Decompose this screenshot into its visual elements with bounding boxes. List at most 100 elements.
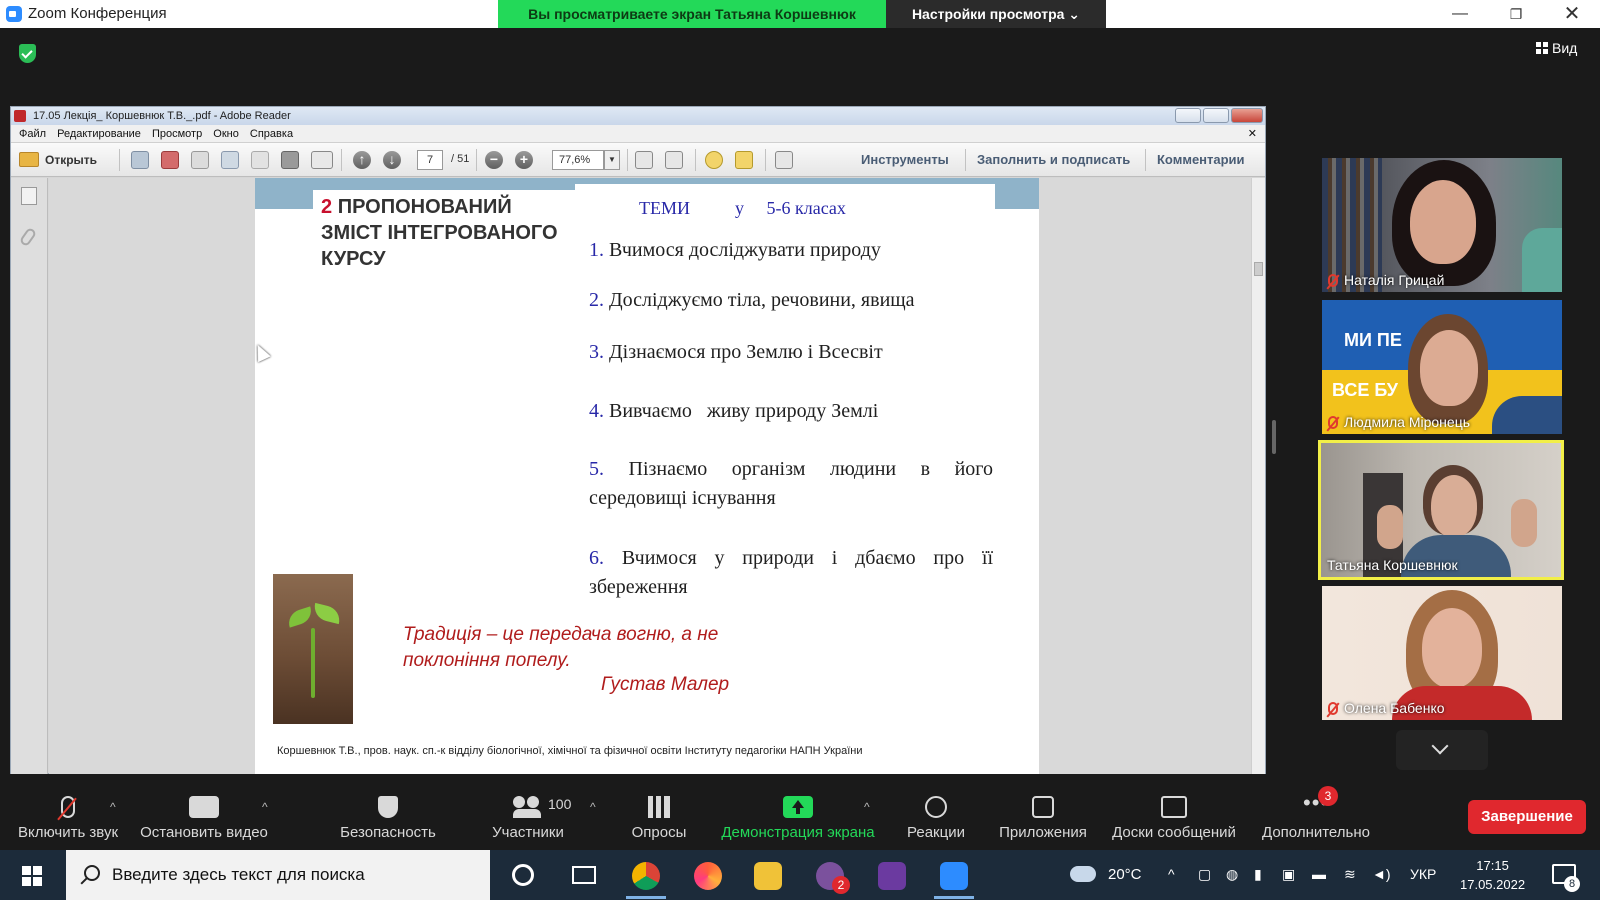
document-close-icon[interactable]: ✕ (1248, 125, 1257, 143)
document-scrollbar[interactable] (1251, 178, 1265, 774)
zoom-in-icon[interactable]: + (515, 151, 533, 169)
topic-number: 3. (589, 341, 604, 363)
print-icon[interactable] (281, 151, 299, 169)
task-view-icon[interactable] (572, 866, 596, 884)
previous-page-icon[interactable]: ↑ (353, 151, 371, 169)
menu-edit[interactable]: Редактирование (57, 125, 141, 143)
comment-icon[interactable] (705, 151, 723, 169)
stop-video-button[interactable]: Остановить видео (136, 782, 272, 850)
participant-tile[interactable]: МИ ПЕ ЕМО! ВСЕ БУ АЇНА! Людмила Міронець (1322, 300, 1562, 434)
audio-options-caret[interactable]: ^ (110, 800, 116, 814)
zoom-dropdown-icon[interactable]: ▼ (604, 150, 620, 170)
view-settings-button[interactable]: Настройки просмотра ⌄ (886, 0, 1106, 28)
weather-icon[interactable] (1070, 866, 1096, 882)
taskbar-search-box[interactable]: Введите здесь текст для поиска (66, 850, 490, 900)
cloud-upload-icon[interactable] (221, 151, 239, 169)
battery-icon[interactable]: ▬ (1312, 866, 1326, 882)
whiteboards-button[interactable]: Доски сообщений (1108, 782, 1240, 850)
video-options-caret[interactable]: ^ (262, 800, 268, 814)
attachments-icon[interactable] (18, 226, 38, 248)
cortana-icon[interactable] (512, 864, 534, 886)
toolbar-separator (695, 149, 696, 171)
polls-button[interactable]: Опросы (624, 782, 694, 850)
more-notification-badge: 3 (1318, 786, 1338, 806)
wifi-icon[interactable]: ≋ (1344, 866, 1356, 883)
fill-sign-button[interactable]: Заполнить и подписать (977, 152, 1130, 167)
browser-icon[interactable] (694, 862, 722, 890)
zoom-level-input[interactable]: 77,6% (552, 150, 604, 170)
zoom-out-icon[interactable]: − (485, 151, 503, 169)
scrollbar-thumb[interactable] (1254, 262, 1263, 276)
split-view-handle[interactable] (1272, 420, 1276, 454)
fit-width-icon[interactable] (635, 151, 653, 169)
plant (1522, 228, 1562, 292)
share-screen-icon (783, 796, 813, 818)
network-globe-icon[interactable]: ◍ (1226, 866, 1238, 883)
save-icon[interactable] (251, 151, 269, 169)
encryption-shield-icon[interactable] (19, 44, 36, 63)
unmute-label: Включить звук (17, 824, 119, 841)
file-explorer-icon[interactable] (754, 862, 782, 890)
create-pdf-icon[interactable] (131, 151, 149, 169)
save-app-icon[interactable] (878, 862, 906, 890)
gallery-next-button[interactable] (1396, 730, 1488, 770)
email-icon[interactable] (311, 151, 333, 169)
menu-help[interactable]: Справка (250, 125, 293, 143)
reader-maximize-button[interactable] (1203, 108, 1229, 123)
combine-files-icon[interactable] (161, 151, 179, 169)
slide-footer: Коршевнюк Т.В., пров. наук. сп.-к відділ… (277, 745, 863, 757)
menu-window[interactable]: Окно (213, 125, 239, 143)
apps-button[interactable]: Приложения (994, 782, 1092, 850)
security-button[interactable]: Безопасность (336, 782, 440, 850)
stop-video-label: Остановить видео (140, 824, 268, 841)
share-options-caret[interactable]: ^ (864, 800, 870, 814)
zoom-taskbar-icon[interactable] (940, 862, 968, 890)
restore-button[interactable]: ❐ (1488, 0, 1544, 28)
participants-options-caret[interactable]: ^ (590, 800, 596, 814)
edit-icon[interactable] (191, 151, 209, 169)
participant-tile-active-speaker[interactable]: Татьяна Коршевнюк (1318, 440, 1564, 580)
page-thumbnails-icon[interactable] (21, 187, 37, 205)
unmute-button[interactable]: Включить звук (10, 782, 126, 850)
tray-chevron-icon[interactable]: ^ (1168, 866, 1175, 882)
reader-titlebar: 17.05 Лекція_ Коршевнюк Т.В._.pdf - Adob… (11, 107, 1265, 125)
page-number-input[interactable]: 7 (417, 150, 443, 170)
comments-button[interactable]: Комментарии (1157, 152, 1245, 167)
toolbar-separator (476, 149, 477, 171)
taskbar-clock[interactable]: 17:15 17.05.2022 (1460, 856, 1525, 894)
toolbar-separator (119, 149, 120, 171)
participant-tile[interactable]: Олена Бабенко (1322, 586, 1562, 720)
reactions-button[interactable]: Реакции (900, 782, 972, 850)
view-button[interactable]: Вид (1536, 40, 1577, 56)
chrome-icon[interactable] (632, 862, 660, 890)
participant-face (1410, 180, 1476, 264)
more-button[interactable]: ••• Дополнительно (1258, 782, 1374, 850)
weather-temperature[interactable]: 20°C (1108, 866, 1142, 883)
video-camera-icon (189, 796, 219, 818)
minimize-button[interactable]: — (1432, 0, 1488, 28)
next-page-icon[interactable]: ↓ (383, 151, 401, 169)
participant-tile[interactable]: Наталія Грицай (1322, 158, 1562, 292)
language-indicator[interactable]: УКР (1410, 866, 1436, 882)
close-button[interactable]: ✕ (1544, 0, 1600, 28)
highlight-icon[interactable] (735, 151, 753, 169)
fullscreen-icon[interactable] (775, 151, 793, 169)
share-screen-button[interactable]: Демонстрация экрана (716, 782, 880, 850)
participants-button[interactable]: Участники (480, 782, 576, 850)
tools-button[interactable]: Инструменты (861, 152, 949, 167)
reader-minimize-button[interactable] (1175, 108, 1201, 123)
open-button[interactable]: Открыть (19, 150, 97, 170)
windows-start-icon[interactable] (22, 866, 42, 886)
menu-file[interactable]: Файл (19, 125, 46, 143)
microphone-icon[interactable]: ▮ (1254, 866, 1262, 883)
fit-page-icon[interactable] (665, 151, 683, 169)
topic-number: 1. (589, 239, 604, 261)
section-title: 2 ПРОПОНОВАНИЙ ЗМІСТ ІНТЕГРОВАНОГО КУРСУ (321, 194, 571, 272)
end-meeting-button[interactable]: Завершение (1468, 800, 1586, 834)
menu-view[interactable]: Просмотр (152, 125, 202, 143)
muted-mic-icon (57, 796, 77, 821)
display-icon[interactable]: ▣ (1282, 866, 1295, 883)
reader-close-button[interactable] (1231, 108, 1263, 123)
volume-icon[interactable]: ◄) (1372, 866, 1391, 882)
meet-now-icon[interactable]: ▢ (1198, 866, 1211, 883)
